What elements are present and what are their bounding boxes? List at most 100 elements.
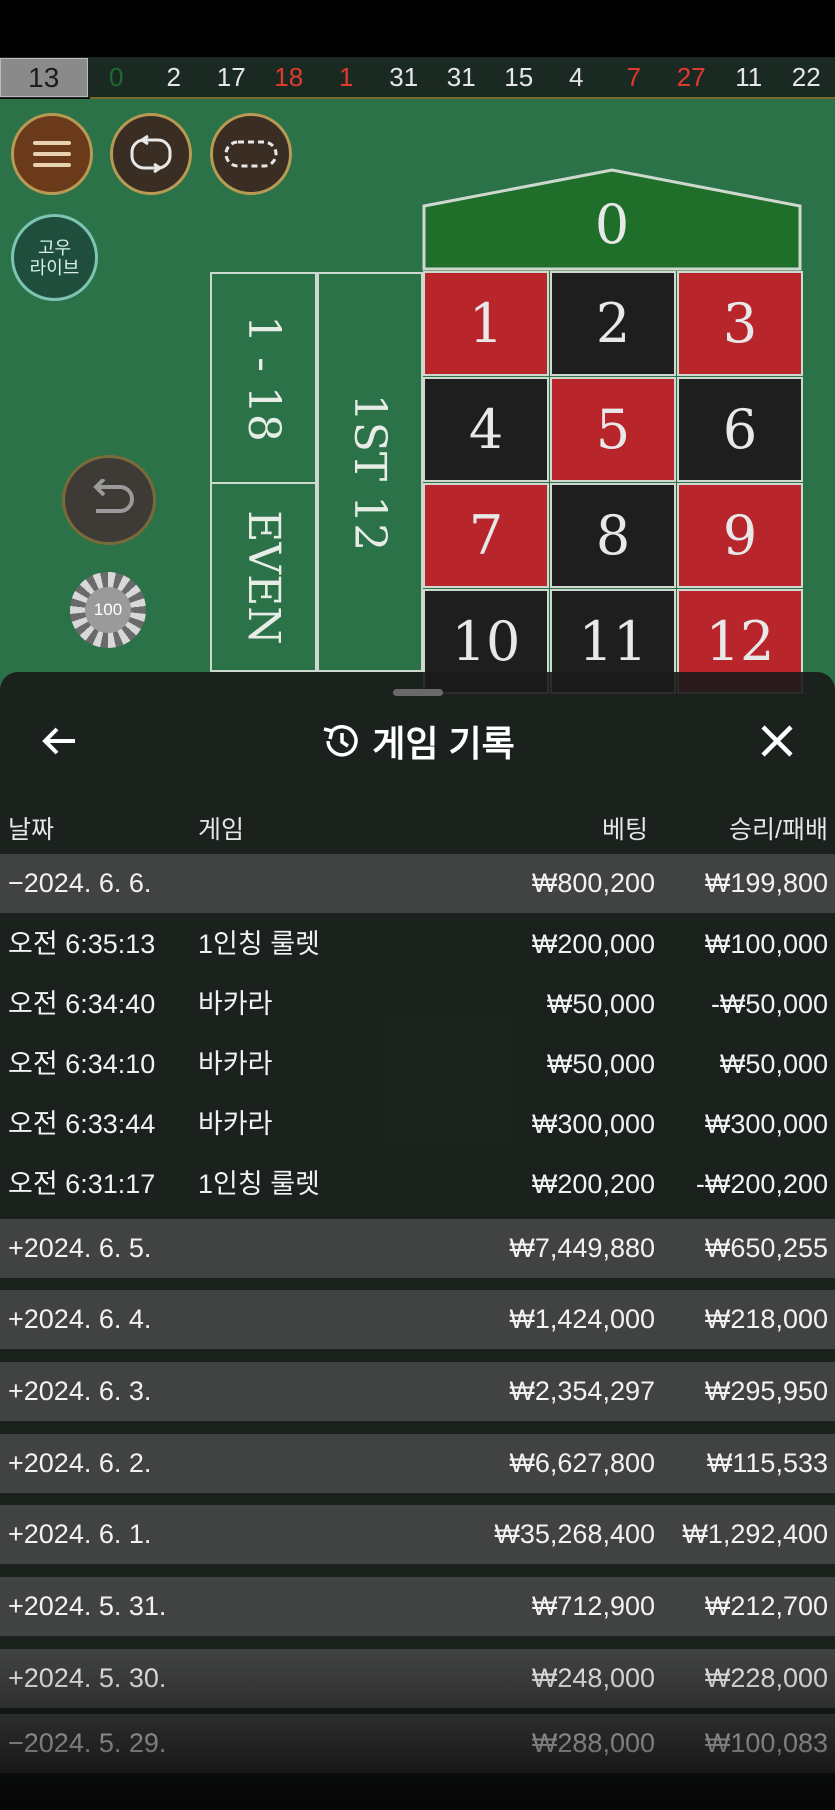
row-game: 바카라 [198,1049,273,1079]
row-game: 1인칭 룰렛 [198,929,320,959]
row-bet: ₩35,268,400 [494,1519,655,1549]
game-record-row: 오전 6:33:44 바카라 ₩300,000 ₩300,000 [0,1094,835,1154]
date-summary-row[interactable]: +2024. 6. 2. ₩6,627,800 ₩115,533 [0,1434,835,1493]
number-cell[interactable]: 8 [550,483,676,588]
history-number: 31 [389,62,419,92]
repeat-bet-button[interactable] [110,113,192,195]
row-winloss: -₩200,200 [695,1169,828,1199]
current-result: 13 [0,58,88,97]
first-dozen-cell[interactable]: 1ST 12 [317,272,423,672]
row-date: 오전 6:35:13 [8,929,156,959]
history-number: 1 [339,62,354,92]
chip-value: 100 [85,587,131,633]
history-number: 17 [216,62,246,92]
game-record-row: 오전 6:34:40 바카라 ₩50,000 -₩50,000 [0,974,835,1034]
game-record-row: 오전 6:34:10 바카라 ₩50,000 ₩50,000 [0,1034,835,1094]
even-label: EVEN [238,509,290,645]
number-cell[interactable]: 1 [423,271,549,376]
number-cell[interactable]: 6 [677,377,803,482]
date-summary-row[interactable]: +2024. 6. 4. ₩1,424,000 ₩218,000 [0,1290,835,1349]
row-winloss: ₩1,292,400 [682,1519,828,1549]
row-bet: ₩7,449,880 [509,1233,655,1263]
low-label: 1 - 18 [238,314,290,442]
live-logo-button[interactable]: 고우 라이브 [11,214,98,301]
arrow-left-icon [42,727,75,755]
drag-handle[interactable] [393,689,443,696]
menu-button[interactable] [11,113,93,195]
row-bet: ₩50,000 [546,1049,655,1079]
row-winloss: ₩300,000 [704,1109,828,1139]
row-date: 오전 6:31:17 [8,1169,156,1199]
number-cell[interactable]: 4 [423,377,549,482]
bottom-fade [0,1652,835,1810]
row-winloss: -₩50,000 [710,989,828,1019]
close-button[interactable] [748,714,806,768]
recent-results-list: 0 2 17 18 1 31 31 15 4 7 27 11 22 [88,62,835,93]
row-bet: ₩2,354,297 [509,1376,655,1406]
row-bet: ₩6,627,800 [509,1448,655,1478]
low-bet-cell[interactable]: 1 - 18 [210,272,317,484]
history-number: 11 [735,62,763,92]
row-game: 바카라 [198,1109,273,1139]
undo-icon [93,479,134,513]
even-bet-cell[interactable]: EVEN [210,482,317,672]
row-bet: ₩300,000 [531,1109,655,1139]
game-record-row: 오전 6:31:17 1인칭 룰렛 ₩200,200 -₩200,200 [0,1154,835,1214]
back-button[interactable] [30,716,88,766]
row-date: +2024. 5. 31. [8,1591,167,1621]
column-date: 날짜 [8,816,55,844]
close-icon [761,725,793,757]
number-cell[interactable]: 5 [550,377,676,482]
row-date: 오전 6:34:40 [8,989,156,1019]
date-summary-row[interactable]: +2024. 5. 31. ₩712,900 ₩212,700 [0,1577,835,1636]
undo-button[interactable] [62,455,156,545]
row-bet: ₩1,424,000 [509,1304,655,1334]
date-summary-row[interactable]: −2024. 6. 6. ₩800,200 ₩199,800 [0,854,835,913]
logo-line2: 라이브 [29,257,80,278]
row-winloss: ₩212,700 [704,1591,828,1621]
row-winloss: ₩50,000 [719,1049,828,1079]
history-number: 31 [446,62,476,92]
row-winloss: ₩218,000 [704,1304,828,1334]
history-number: 15 [504,62,534,92]
history-icon [323,725,358,757]
row-bet: ₩800,200 [531,868,655,898]
history-number: 18 [274,62,304,92]
game-history-sheet: 게임 기록 날짜 게임 베팅 승리/패배 −2024. 6. 6. ₩800,20… [0,672,835,1810]
zero-cell[interactable]: 0 [422,168,802,271]
sheet-title: 게임 기록 [372,723,515,764]
row-bet: ₩200,000 [531,929,655,959]
row-winloss: ₩295,950 [704,1376,828,1406]
history-number: 27 [676,62,706,92]
results-history-strip: 13 0 2 17 18 1 31 31 15 4 7 27 11 22 [0,57,835,98]
number-cell[interactable]: 3 [677,271,803,376]
row-game: 1인칭 룰렛 [198,1169,320,1199]
number-cell[interactable]: 2 [550,271,676,376]
row-bet: ₩50,000 [546,989,655,1019]
date-summary-row[interactable]: +2024. 6. 3. ₩2,354,297 ₩295,950 [0,1362,835,1421]
row-date: +2024. 6. 1. [8,1519,152,1549]
date-summary-row[interactable]: +2024. 6. 5. ₩7,449,880 ₩650,255 [0,1219,835,1278]
racetrack-button[interactable] [210,113,292,195]
hamburger-icon [33,141,71,167]
game-record-row: 오전 6:35:13 1인칭 룰렛 ₩200,000 ₩100,000 [0,914,835,974]
row-date: +2024. 6. 3. [8,1376,152,1406]
row-winloss: ₩199,800 [704,868,828,898]
column-game: 게임 [198,816,245,844]
number-cell[interactable]: 9 [677,483,803,588]
history-number: 7 [626,62,641,92]
row-bet: ₩200,200 [531,1169,655,1199]
history-number: 2 [166,62,181,92]
dozen-label: 1ST 12 [344,393,396,551]
row-winloss: ₩115,533 [706,1448,828,1478]
row-winloss: ₩100,000 [704,929,828,959]
chip-selector[interactable]: 100 [70,572,146,648]
number-cell[interactable]: 7 [423,483,549,588]
repeat-icon [130,134,172,174]
date-summary-row[interactable]: +2024. 6. 1. ₩35,268,400 ₩1,292,400 [0,1505,835,1564]
row-date: +2024. 6. 5. [8,1233,152,1263]
logo-line1: 고우 [37,237,72,258]
row-date: +2024. 6. 4. [8,1304,152,1334]
row-date: 오전 6:34:10 [8,1049,156,1079]
row-bet: ₩712,900 [531,1591,655,1621]
